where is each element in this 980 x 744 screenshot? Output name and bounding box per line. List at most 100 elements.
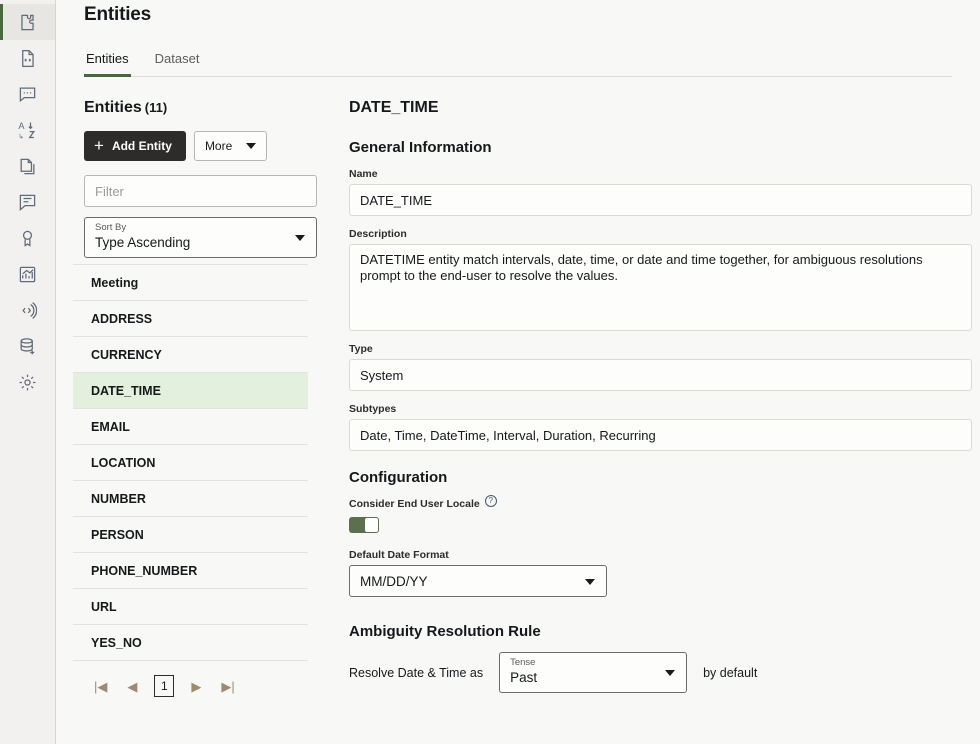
list-bottom-divider	[73, 660, 308, 661]
broadcast-code-icon	[18, 301, 37, 320]
entity-list: Meeting ADDRESS CURRENCY DATE_TIME EMAIL…	[84, 264, 317, 661]
date-format-field-group: Default Date Format MM/DD/YY	[349, 549, 970, 597]
locale-label-row: Consider End User Locale ?	[349, 498, 970, 510]
rail-item-data[interactable]	[0, 328, 55, 364]
toggle-knob	[365, 518, 378, 532]
name-field-group: Name	[349, 168, 970, 216]
entity-count: (11)	[145, 100, 167, 115]
resolve-rule-row: Resolve Date & Time as Tense Past by def…	[349, 652, 970, 693]
list-item[interactable]: LOCATION	[73, 444, 308, 480]
body-split: Entities(11) + Add Entity More Sort By	[56, 77, 980, 744]
date-format-value: MM/DD/YY	[360, 574, 428, 589]
rail-item-translations[interactable]: A ↳	[0, 112, 55, 148]
rail-item-intents[interactable]	[0, 4, 55, 40]
entity-detail-panel: DATE_TIME General Information Name Descr…	[321, 77, 980, 744]
code-document-icon	[18, 49, 37, 68]
chevron-down-icon	[585, 579, 595, 585]
sort-by-select[interactable]: Sort By Type Ascending	[84, 217, 317, 258]
left-icon-rail: A ↳	[0, 0, 56, 744]
entity-list-heading: Entities(11)	[84, 99, 321, 117]
pagination-last-button[interactable]: ▶|	[218, 678, 237, 695]
bar-chart-trend-icon	[18, 265, 37, 284]
rail-item-settings[interactable]	[0, 364, 55, 400]
tab-bar: Entities Dataset	[84, 50, 952, 77]
date-format-select[interactable]: MM/DD/YY	[349, 565, 607, 597]
list-item[interactable]: NUMBER	[73, 480, 308, 516]
name-label: Name	[349, 168, 970, 180]
copy-documents-icon	[18, 157, 37, 176]
configuration-heading: Configuration	[349, 469, 970, 486]
more-button[interactable]: More	[194, 131, 267, 161]
filter-input[interactable]	[84, 175, 317, 207]
rail-item-insights[interactable]	[0, 256, 55, 292]
type-input	[349, 359, 972, 391]
rail-item-api[interactable]	[0, 292, 55, 328]
main-content: Entities Entities Dataset Entities(11) +…	[56, 0, 980, 744]
date-format-label: Default Date Format	[349, 549, 970, 561]
svg-text:A: A	[18, 121, 25, 131]
list-item[interactable]: EMAIL	[73, 408, 308, 444]
speech-bubble-icon	[18, 85, 37, 104]
tab-dataset[interactable]: Dataset	[153, 51, 202, 77]
pagination-first-button[interactable]: |◀	[91, 678, 110, 695]
tense-value: Past	[510, 669, 676, 686]
list-item[interactable]: PERSON	[73, 516, 308, 552]
list-item[interactable]: URL	[73, 588, 308, 624]
sort-by-value: Type Ascending	[95, 234, 306, 251]
pagination-current-page[interactable]: 1	[154, 675, 174, 697]
entity-list-panel: Entities(11) + Add Entity More Sort By	[56, 77, 321, 744]
list-item[interactable]: YES_NO	[73, 624, 308, 660]
chevron-down-icon	[665, 670, 675, 676]
pagination: |◀ ◀ 1 ▶ ▶|	[91, 675, 328, 697]
tense-select[interactable]: Tense Past	[499, 652, 687, 693]
subtypes-input	[349, 419, 972, 451]
pagination-prev-button[interactable]: ◀	[124, 678, 140, 695]
list-item[interactable]: ADDRESS	[73, 300, 308, 336]
gear-icon	[18, 373, 37, 392]
detail-title: DATE_TIME	[349, 99, 970, 117]
description-textarea[interactable]: DATETIME entity match intervals, date, t…	[349, 244, 972, 331]
locale-label: Consider End User Locale	[349, 498, 480, 510]
app-root: A ↳	[0, 0, 980, 744]
chevron-down-icon	[295, 235, 305, 241]
page-header: Entities Entities Dataset	[56, 0, 980, 77]
ambiguity-heading: Ambiguity Resolution Rule	[349, 623, 970, 640]
svg-text:↳: ↳	[18, 132, 24, 140]
message-check-icon	[18, 193, 37, 212]
plus-icon: +	[94, 137, 104, 154]
translate-sort-icon: A ↳	[18, 120, 38, 140]
name-input[interactable]	[349, 184, 972, 216]
page-title: Entities	[84, 0, 952, 26]
tense-label: Tense	[510, 657, 676, 669]
subtypes-field-group: Subtypes	[349, 403, 970, 451]
entity-list-heading-text: Entities	[84, 99, 142, 116]
add-entity-label: Add Entity	[112, 139, 172, 153]
general-information-heading: General Information	[349, 139, 970, 156]
rail-item-qna[interactable]	[0, 184, 55, 220]
rail-item-flows[interactable]	[0, 40, 55, 76]
badge-award-icon	[18, 229, 37, 248]
list-item[interactable]: Meeting	[73, 264, 308, 300]
list-item-selected[interactable]: DATE_TIME	[73, 372, 308, 408]
add-entity-button[interactable]: + Add Entity	[84, 131, 186, 161]
description-field-group: Description DATETIME entity match interv…	[349, 228, 970, 331]
pagination-next-button[interactable]: ▶	[188, 678, 204, 695]
rail-item-dialogs[interactable]	[0, 76, 55, 112]
locale-toggle[interactable]	[349, 517, 379, 533]
type-field-group: Type	[349, 343, 970, 391]
question-mark-icon[interactable]: ?	[485, 495, 497, 507]
tab-entities[interactable]: Entities	[84, 51, 131, 77]
resolve-prefix-label: Resolve Date & Time as	[349, 666, 483, 680]
subtypes-label: Subtypes	[349, 403, 970, 415]
list-item[interactable]: CURRENCY	[73, 336, 308, 372]
rail-item-resource-bundles[interactable]	[0, 148, 55, 184]
database-add-icon	[18, 337, 37, 356]
list-item[interactable]: PHONE_NUMBER	[73, 552, 308, 588]
description-label: Description	[349, 228, 970, 240]
chevron-down-icon	[246, 143, 256, 149]
puzzle-piece-icon	[18, 13, 37, 32]
rail-item-skills[interactable]	[0, 220, 55, 256]
more-label: More	[205, 139, 232, 153]
list-action-row: + Add Entity More	[84, 131, 321, 161]
sort-by-label: Sort By	[95, 222, 306, 234]
